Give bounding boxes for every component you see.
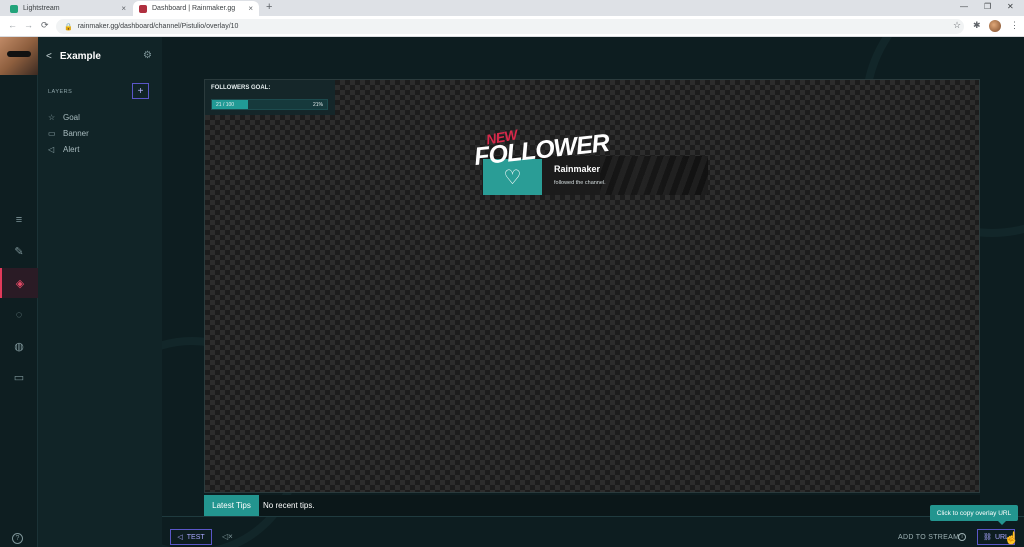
megaphone-icon: ◁ bbox=[48, 145, 55, 154]
back-icon[interactable]: ← bbox=[8, 20, 17, 30]
browser-toolbar: ← → ⟳ 🔒 rainmaker.gg/dashboard/channel/P… bbox=[0, 16, 1024, 37]
rail-overlays-icon[interactable]: ◈ bbox=[0, 268, 38, 298]
info-icon[interactable]: i bbox=[958, 533, 966, 541]
overlay-title: < Example bbox=[46, 51, 101, 62]
lock-icon: 🔒 bbox=[64, 23, 73, 31]
alert-message: followed the channel. bbox=[554, 180, 606, 186]
url-text: rainmaker.gg/dashboard/channel/Pistulio/… bbox=[77, 23, 239, 30]
rail-dashboard-icon[interactable]: ≡ bbox=[0, 205, 38, 235]
tips-text: No recent tips. bbox=[263, 501, 315, 510]
tab-dashboard[interactable]: Dashboard | Rainmaker.gg × bbox=[133, 1, 259, 16]
minimize-icon[interactable]: — bbox=[960, 2, 968, 11]
tips-banner[interactable] bbox=[204, 495, 980, 516]
close-tab-icon[interactable]: × bbox=[121, 4, 126, 13]
test-label: TEST bbox=[186, 533, 205, 541]
layer-item-goal[interactable]: ☆ Goal bbox=[48, 113, 80, 122]
maximize-icon[interactable]: ❐ bbox=[984, 2, 991, 11]
tab-label: Lightstream bbox=[23, 5, 60, 12]
add-layer-button[interactable]: + bbox=[132, 83, 149, 99]
followers-goal-widget[interactable]: FOLLOWERS GOAL: 21 / 100 21% bbox=[205, 80, 335, 115]
goal-progress-bar: 21 / 100 21% bbox=[211, 99, 328, 110]
close-tab-icon[interactable]: × bbox=[248, 4, 253, 13]
browser-menu-icon[interactable]: ⋮ bbox=[1010, 20, 1019, 31]
banner-icon: ▭ bbox=[48, 129, 56, 138]
rail-analytics-icon[interactable]: ◍ bbox=[0, 331, 38, 361]
goal-percent: 21% bbox=[312, 102, 323, 108]
back-chevron-icon[interactable]: < bbox=[46, 51, 52, 62]
tooltip-arrow bbox=[998, 521, 1006, 525]
layer-label: Alert bbox=[63, 145, 80, 154]
layer-label: Goal bbox=[63, 113, 80, 122]
goal-title: FOLLOWERS GOAL: bbox=[211, 85, 271, 91]
extensions-icon[interactable]: ✱ bbox=[973, 20, 981, 31]
layer-item-alert[interactable]: ◁ Alert bbox=[48, 145, 79, 154]
link-icon: ⛓ bbox=[983, 534, 992, 541]
megaphone-icon: ◁ bbox=[177, 534, 183, 541]
rail-tools-icon[interactable]: ✎ bbox=[0, 236, 38, 266]
goal-count: 21 / 100 bbox=[216, 102, 235, 108]
browser-tab-bar: Lightstream × Dashboard | Rainmaker.gg ×… bbox=[0, 0, 1024, 16]
rail-chat-icon[interactable]: ◌ bbox=[0, 300, 38, 330]
browser-profile-avatar[interactable] bbox=[989, 20, 1001, 32]
alert-stripes-decoration bbox=[600, 156, 708, 195]
layers-panel: < Example ⚙ LAYERS + ☆ Goal ▭ Banner ◁ Al… bbox=[38, 37, 162, 547]
rail-window-icon[interactable]: ▭ bbox=[0, 362, 38, 392]
tab-label: Dashboard | Rainmaker.gg bbox=[152, 5, 236, 12]
pointer-cursor-icon: ☝ bbox=[1004, 531, 1019, 545]
layer-label: Banner bbox=[63, 129, 89, 138]
reload-icon[interactable]: ⟳ bbox=[41, 20, 49, 31]
forward-icon[interactable]: → bbox=[24, 20, 33, 30]
alert-username: Rainmaker bbox=[554, 164, 601, 174]
layers-label: LAYERS bbox=[48, 89, 73, 95]
rainmaker-favicon-icon bbox=[139, 4, 147, 13]
copy-url-tooltip: Click to copy overlay URL bbox=[930, 505, 1018, 521]
star-icon: ☆ bbox=[48, 113, 56, 122]
help-icon[interactable]: ? bbox=[12, 533, 23, 544]
overlay-settings-gear-icon[interactable]: ⚙ bbox=[143, 50, 152, 61]
mute-icon[interactable]: ◁× bbox=[222, 532, 233, 541]
test-button[interactable]: ◁ TEST bbox=[170, 529, 212, 545]
close-window-icon[interactable]: ✕ bbox=[1007, 2, 1014, 11]
lightstream-favicon-icon bbox=[10, 4, 18, 13]
bookmark-star-icon[interactable]: ☆ bbox=[953, 20, 961, 31]
tips-label: Latest Tips bbox=[204, 495, 259, 516]
layer-item-banner[interactable]: ▭ Banner bbox=[48, 129, 89, 138]
bottom-divider bbox=[162, 516, 1024, 517]
tab-lightstream[interactable]: Lightstream × bbox=[4, 1, 132, 16]
add-to-stream-link[interactable]: ADD TO STREAM bbox=[898, 534, 959, 541]
user-avatar[interactable] bbox=[0, 37, 38, 75]
avatar-glasses bbox=[7, 51, 31, 57]
new-tab-button[interactable]: + bbox=[266, 1, 272, 13]
address-bar[interactable]: 🔒 rainmaker.gg/dashboard/channel/Pistuli… bbox=[56, 19, 964, 34]
overlay-name: Example bbox=[59, 51, 101, 62]
